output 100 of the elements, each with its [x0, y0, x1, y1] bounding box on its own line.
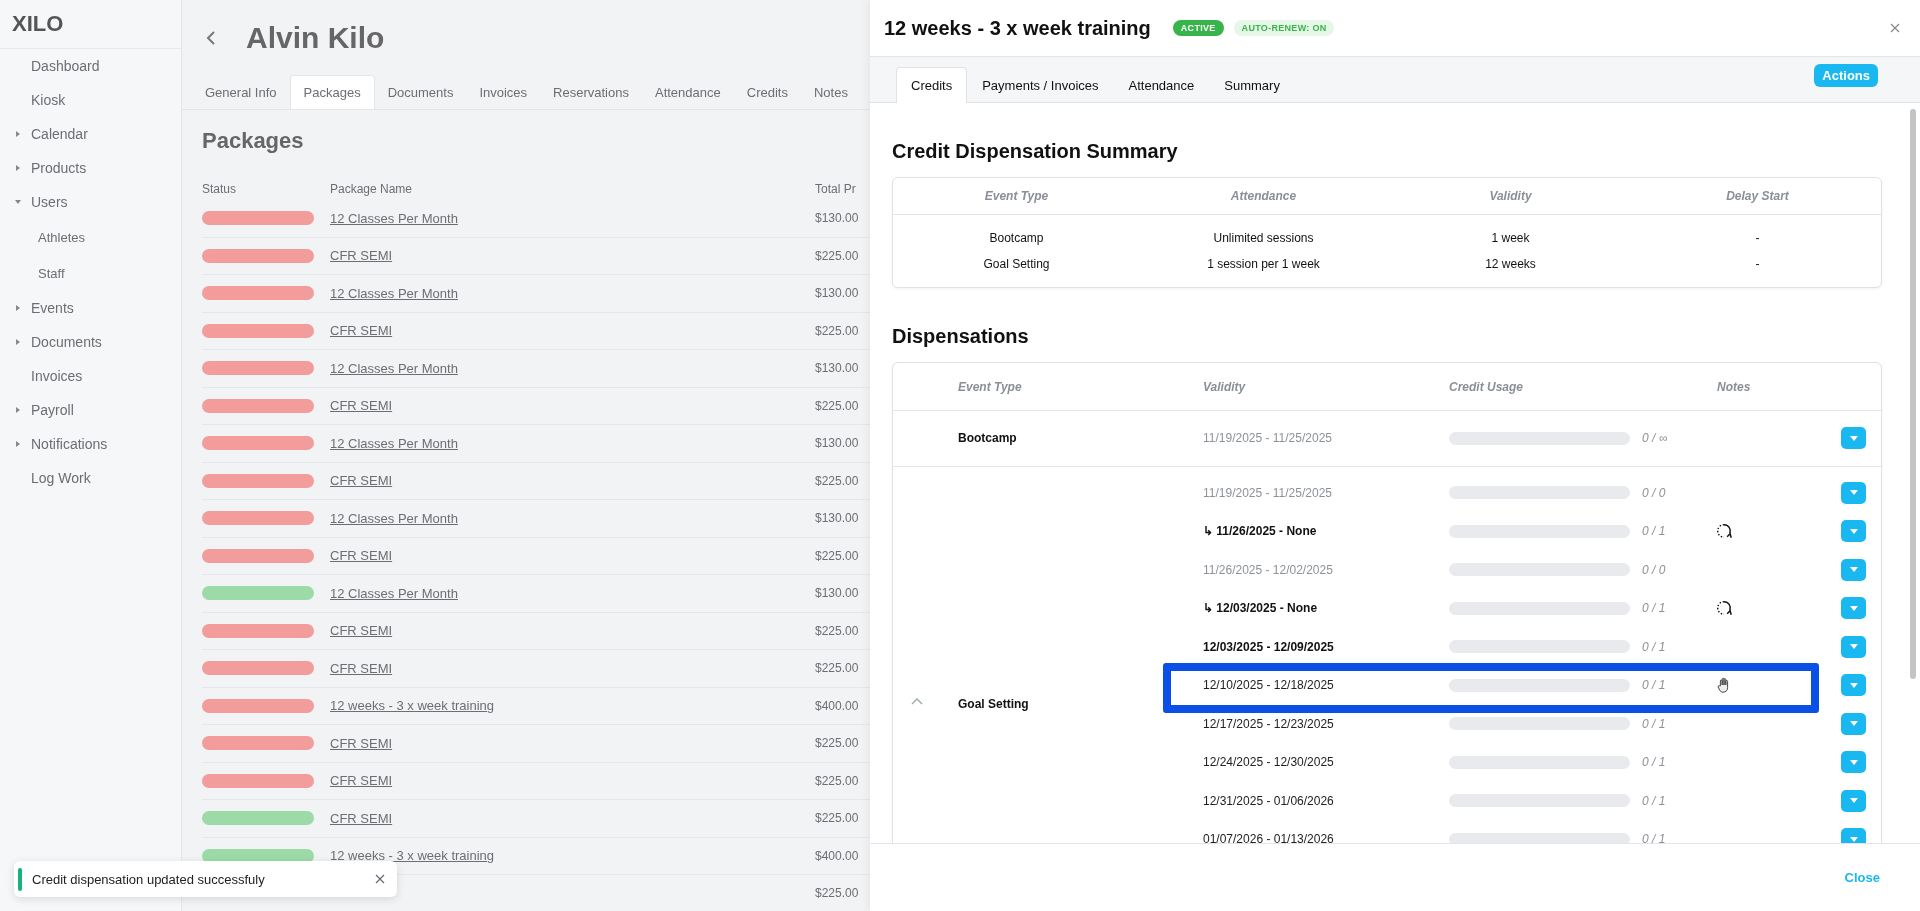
- tab[interactable]: Notes: [800, 76, 861, 109]
- package-link[interactable]: 12 Classes Per Month: [330, 585, 458, 601]
- sidebar-item[interactable]: Users: [0, 185, 181, 219]
- package-link[interactable]: 12 weeks - 3 x week training: [330, 848, 495, 864]
- dropdown-button[interactable]: [1841, 712, 1866, 735]
- package-link[interactable]: 12 weeks - 3 x week training: [330, 698, 495, 714]
- dropdown-button[interactable]: [1841, 597, 1866, 620]
- price-text: $225.00: [815, 548, 859, 563]
- price-text: $225.00: [815, 736, 859, 751]
- usage-text: 0 / 1: [1641, 524, 1667, 539]
- tab[interactable]: Documents: [374, 76, 467, 109]
- package-link[interactable]: 12 Classes Per Month: [330, 435, 458, 451]
- dropdown-button[interactable]: [1841, 520, 1866, 543]
- sidebar-item[interactable]: Dashboard: [0, 49, 181, 83]
- table-cell-text: -: [1754, 257, 1761, 271]
- package-link[interactable]: CFR SEMI: [330, 773, 393, 789]
- validity-text: 11/26/2025 - 12/02/2025: [1203, 562, 1334, 577]
- price-text: $225.00: [815, 398, 859, 413]
- usage-text: 0 / 1: [1641, 639, 1667, 654]
- column-header: Credit Usage: [1449, 379, 1525, 394]
- dropdown-button[interactable]: [1841, 481, 1866, 504]
- sidebar-item[interactable]: Invoices: [0, 359, 181, 393]
- sidebar-item[interactable]: Calendar: [0, 117, 181, 151]
- package-link[interactable]: CFR SEMI: [330, 248, 393, 264]
- tab[interactable]: General Info: [192, 76, 290, 109]
- dropdown-button[interactable]: [1841, 558, 1866, 581]
- column-header: Delay Start: [1725, 189, 1790, 203]
- dropdown-button[interactable]: [1841, 789, 1866, 812]
- sidebar-item[interactable]: Staff: [0, 255, 181, 291]
- tab[interactable]: Payments / Invoices: [967, 67, 1114, 102]
- validity-text: 01/07/2026 - 01/13/2026: [1203, 832, 1335, 843]
- section-title: Dispensations: [892, 325, 1030, 349]
- package-link[interactable]: CFR SEMI: [330, 735, 393, 751]
- price-text: $225.00: [815, 886, 859, 901]
- close-icon[interactable]: [1890, 23, 1900, 33]
- sidebar-item[interactable]: Events: [0, 291, 181, 325]
- validity-text: 11/19/2025 - 11/25/2025: [1203, 431, 1333, 446]
- price-text: $225.00: [815, 811, 859, 826]
- package-link[interactable]: CFR SEMI: [330, 323, 393, 339]
- sidebar-item[interactable]: Documents: [0, 325, 181, 359]
- sidebar-item[interactable]: Kiosk: [0, 83, 181, 117]
- caret-down-icon: [1849, 682, 1858, 688]
- close-icon[interactable]: [375, 874, 385, 884]
- validity-text: 11/19/2025 - 11/25/2025: [1203, 485, 1333, 500]
- dropdown-button[interactable]: [1841, 427, 1866, 450]
- table-cell-text: 1 session per 1 week: [1206, 257, 1321, 271]
- dropdown-button[interactable]: [1841, 635, 1866, 658]
- table-cell-text: 1 week: [1490, 231, 1531, 245]
- validity-text: 12/17/2025 - 12/23/2025: [1203, 716, 1335, 731]
- package-link[interactable]: 12 Classes Per Month: [330, 360, 458, 376]
- usage-text: 0 / 1: [1641, 678, 1667, 693]
- sidebar-item[interactable]: Products: [0, 151, 181, 185]
- package-link[interactable]: CFR SEMI: [330, 623, 393, 639]
- usage-text: 0 / 0: [1641, 562, 1667, 577]
- page-title: Alvin Kilo: [246, 20, 385, 55]
- tab[interactable]: Attendance: [641, 76, 734, 109]
- package-link[interactable]: 12 Classes Per Month: [330, 285, 458, 301]
- column-header: Event Type: [958, 379, 1023, 394]
- package-link[interactable]: 12 Classes Per Month: [330, 510, 458, 526]
- column-header: Attendance: [1229, 189, 1298, 203]
- tab[interactable]: Attendance: [1113, 67, 1210, 102]
- usage-text: 0 / 1: [1641, 793, 1667, 808]
- package-link[interactable]: 12 Classes Per Month: [330, 210, 458, 226]
- package-link[interactable]: CFR SEMI: [330, 473, 393, 489]
- chevron-icon[interactable]: [911, 696, 923, 705]
- caret-down-icon: [1849, 567, 1858, 573]
- dropdown-button[interactable]: [1841, 751, 1866, 774]
- package-link[interactable]: CFR SEMI: [330, 810, 393, 826]
- price-text: $225.00: [815, 661, 859, 676]
- tab[interactable]: Credits: [896, 67, 968, 103]
- table-cell-text: Goal Setting: [982, 257, 1051, 271]
- section-title: Credit Dispensation Summary: [892, 140, 1179, 164]
- tab[interactable]: Invoices: [466, 76, 541, 109]
- package-link[interactable]: CFR SEMI: [330, 398, 393, 414]
- tab[interactable]: Credits: [733, 76, 801, 109]
- price-text: $130.00: [815, 511, 859, 526]
- price-text: $225.00: [815, 248, 859, 263]
- column-header: Total Pr: [815, 182, 857, 196]
- sidebar-item[interactable]: Log Work: [0, 461, 181, 495]
- sidebar-item[interactable]: Payroll: [0, 393, 181, 427]
- tab[interactable]: Summary: [1209, 67, 1295, 102]
- logo: XILO: [12, 11, 64, 37]
- validity-text: 12/03/2025 - 12/09/2025: [1203, 639, 1335, 654]
- package-link[interactable]: CFR SEMI: [330, 660, 393, 676]
- price-text: $130.00: [815, 211, 859, 226]
- price-text: $400.00: [815, 698, 859, 713]
- tab[interactable]: Reservations: [540, 76, 642, 109]
- column-header: Status: [202, 182, 238, 196]
- sidebar-item[interactable]: Athletes: [0, 219, 181, 255]
- validity-text: 12/10/2025 - 12/18/2025: [1203, 678, 1335, 693]
- caret-down-icon: [1849, 721, 1858, 727]
- back-icon[interactable]: [206, 29, 216, 46]
- sidebar-item[interactable]: Notifications: [0, 427, 181, 461]
- price-text: $225.00: [815, 473, 859, 488]
- price-text: $225.00: [815, 773, 859, 788]
- package-link[interactable]: CFR SEMI: [330, 548, 393, 564]
- tab[interactable]: Packages: [289, 75, 375, 109]
- dropdown-button[interactable]: [1841, 674, 1866, 697]
- caret-down-icon: [1849, 605, 1858, 611]
- column-header: Validity: [1488, 189, 1533, 203]
